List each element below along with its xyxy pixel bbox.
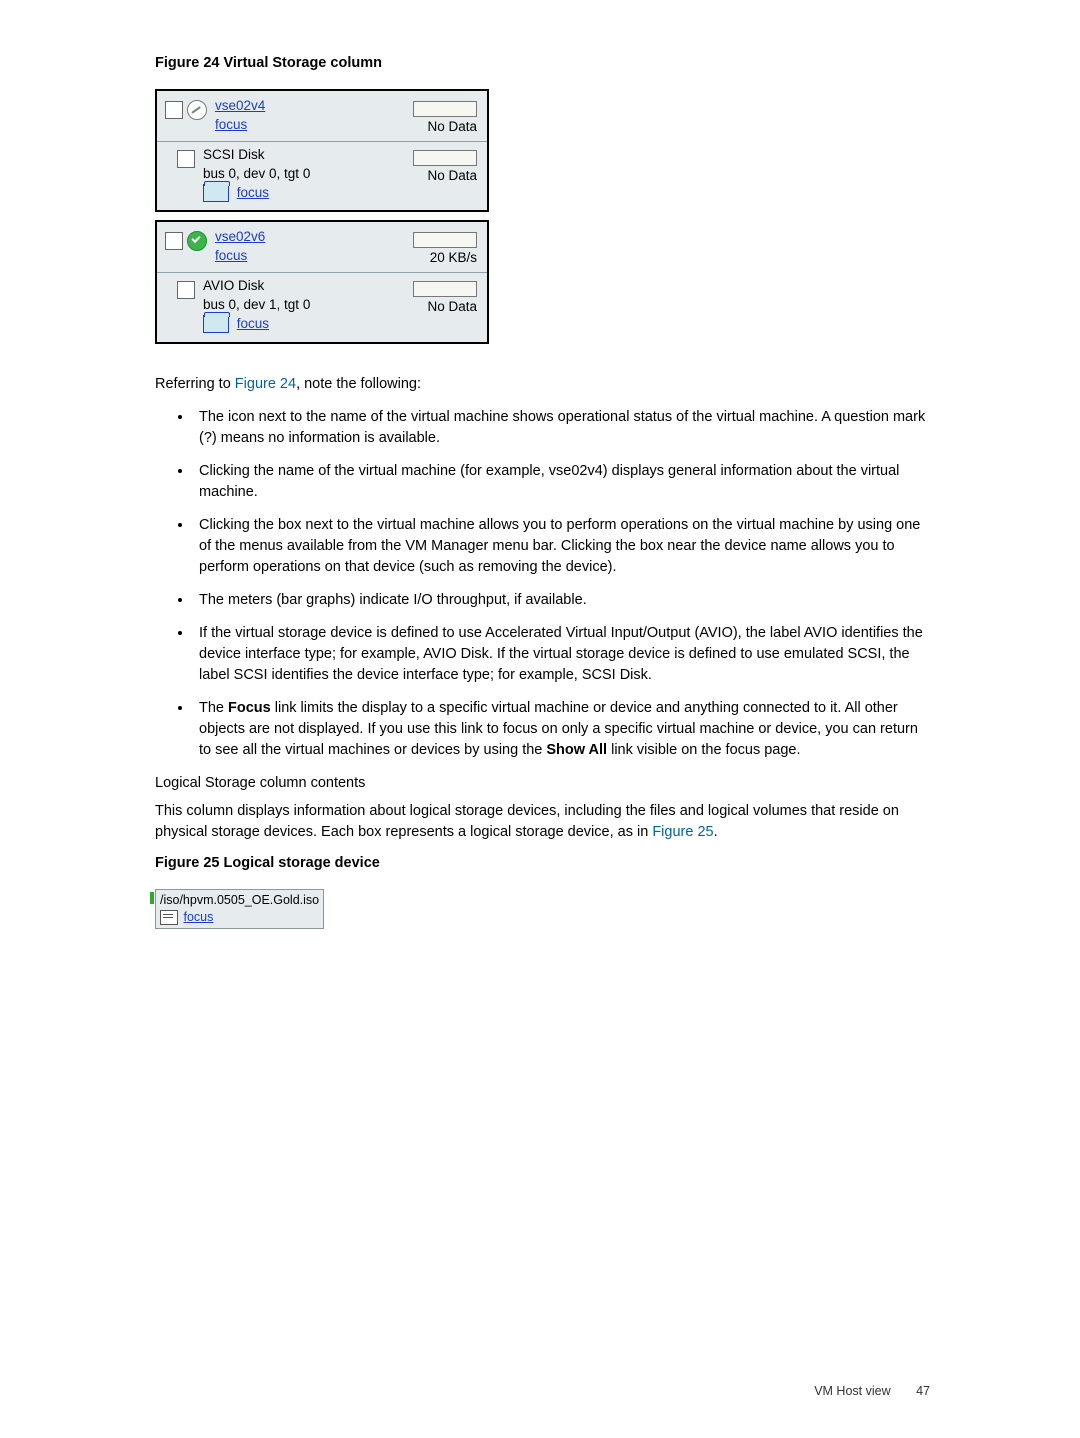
figure-25-ref[interactable]: Figure 25 <box>652 824 713 840</box>
tick-icon <box>150 892 154 904</box>
logical-path: /iso/hpvm.0505_OE.Gold.iso <box>160 892 319 909</box>
meter-value: No Data <box>427 168 477 183</box>
io-meter <box>413 150 477 166</box>
list-item: The Focus link limits the display to a s… <box>193 698 930 761</box>
device-bus: bus 0, dev 1, tgt 0 <box>203 297 310 312</box>
meter-value: 20 KB/s <box>430 250 477 265</box>
vm-checkbox[interactable] <box>165 232 183 250</box>
io-meter <box>413 101 477 117</box>
vm-name-link[interactable]: vse02v4 <box>215 98 265 113</box>
status-ok-icon <box>187 231 207 251</box>
list-item: The icon next to the name of the virtual… <box>193 407 930 449</box>
figure-24-ref[interactable]: Figure 24 <box>235 376 296 392</box>
device-row: SCSI Disk bus 0, dev 0, tgt 0 focus No D… <box>157 141 487 211</box>
vm-row: vse02v4 focus No Data <box>157 91 487 141</box>
device-row: AVIO Disk bus 0, dev 1, tgt 0 focus No D… <box>157 272 487 342</box>
list-item: Clicking the name of the virtual machine… <box>193 461 930 503</box>
list-item: The meters (bar graphs) indicate I/O thr… <box>193 590 930 611</box>
figure-25: /iso/hpvm.0505_OE.Gold.iso focus <box>155 889 930 929</box>
figure-24-caption: Figure 24 Virtual Storage column <box>155 55 930 71</box>
focus-link[interactable]: focus <box>237 316 269 331</box>
disk-icon <box>203 184 229 202</box>
list-item: If the virtual storage device is defined… <box>193 623 930 686</box>
disk-icon <box>203 315 229 333</box>
focus-link[interactable]: focus <box>215 248 247 263</box>
status-unknown-icon <box>187 100 207 120</box>
page-footer: VM Host view 47 <box>814 1384 930 1398</box>
vm-group-1: vse02v4 focus No Data SCSI Disk bus 0, d… <box>155 89 489 212</box>
device-bus: bus 0, dev 0, tgt 0 <box>203 166 310 181</box>
logical-storage-box: /iso/hpvm.0505_OE.Gold.iso focus <box>155 889 324 929</box>
intro-paragraph: Referring to Figure 24, note the followi… <box>155 374 930 395</box>
meter-value: No Data <box>427 299 477 314</box>
device-label: SCSI Disk <box>203 147 265 162</box>
focus-link[interactable]: focus <box>237 185 269 200</box>
bullet-list: The icon next to the name of the virtual… <box>155 407 930 761</box>
list-item: Clicking the box next to the virtual mac… <box>193 515 930 578</box>
vm-group-2: vse02v6 focus 20 KB/s AVIO Disk bus 0, d… <box>155 220 489 343</box>
figure-25-caption: Figure 25 Logical storage device <box>155 855 930 871</box>
figure-24: vse02v4 focus No Data SCSI Disk bus 0, d… <box>155 89 930 344</box>
vm-row: vse02v6 focus 20 KB/s <box>157 222 487 272</box>
meter-value: No Data <box>427 119 477 134</box>
section-heading: Logical Storage column contents <box>155 775 930 791</box>
device-checkbox[interactable] <box>177 150 195 168</box>
vm-name-link[interactable]: vse02v6 <box>215 229 265 244</box>
footer-section: VM Host view <box>814 1384 890 1398</box>
io-meter <box>413 281 477 297</box>
logical-storage-paragraph: This column displays information about l… <box>155 801 930 843</box>
focus-link[interactable]: focus <box>215 117 247 132</box>
focus-link[interactable]: focus <box>183 910 213 924</box>
page-number: 47 <box>916 1384 930 1398</box>
device-checkbox[interactable] <box>177 281 195 299</box>
io-meter <box>413 232 477 248</box>
device-label: AVIO Disk <box>203 278 264 293</box>
file-icon <box>160 910 178 925</box>
vm-checkbox[interactable] <box>165 101 183 119</box>
